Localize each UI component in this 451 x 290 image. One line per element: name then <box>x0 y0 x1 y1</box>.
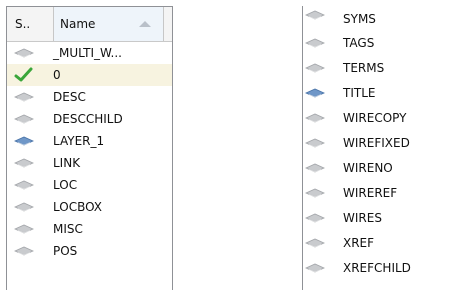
gray-layer-icon <box>305 185 325 201</box>
gray-layer-icon <box>14 45 34 61</box>
gray-layer-icon <box>305 60 325 76</box>
list-item[interactable]: TITLE <box>303 81 451 106</box>
gray-layer-icon <box>305 7 325 23</box>
layer-name: DESC <box>53 90 86 104</box>
layer-name: TAGS <box>343 36 375 50</box>
gray-layer-icon <box>14 199 34 215</box>
layer-name: WIRECOPY <box>343 111 407 125</box>
gray-layer-icon <box>14 111 34 127</box>
list-item[interactable]: LOC <box>7 174 172 196</box>
list-item[interactable]: LAYER_1 <box>7 130 172 152</box>
gray-layer-icon <box>305 35 325 51</box>
gray-layer-icon <box>14 155 34 171</box>
layer-list-panel-continued: SYMS TAGS TERMS TITLE WIRECOPY WIREFIXED WIREN… <box>302 6 451 290</box>
gray-layer-icon <box>14 177 34 193</box>
gray-layer-icon <box>305 260 325 276</box>
layer-name: MISC <box>53 222 83 236</box>
layer-name: LOCBOX <box>53 200 103 214</box>
list-item[interactable]: _MULTI_W... <box>7 42 172 64</box>
list-item[interactable]: WIREREF <box>303 181 451 206</box>
sort-ascending-icon <box>139 21 151 27</box>
name-column-header[interactable]: Name <box>54 7 164 41</box>
layer-list: _MULTI_W... 0 DESC DESCCHILD LAYER_1 LINK LOC L… <box>7 42 172 262</box>
blue-layer-icon <box>305 85 325 101</box>
list-item[interactable]: SYMS <box>303 6 451 31</box>
list-item[interactable]: XREF <box>303 231 451 256</box>
list-item[interactable]: WIRECOPY <box>303 106 451 131</box>
list-item[interactable]: LINK <box>7 152 172 174</box>
layer-list-panel: S.. Name _MULTI_W... 0 DESC DESCCHILD LAYER_… <box>6 6 173 290</box>
list-item[interactable]: POS <box>7 240 172 262</box>
gray-layer-icon <box>305 210 325 226</box>
list-item[interactable]: TAGS <box>303 31 451 56</box>
list-item[interactable]: 0 <box>7 64 172 86</box>
list-item[interactable]: XREFCHILD <box>303 256 451 281</box>
blue-layer-icon <box>14 133 34 149</box>
list-item[interactable]: WIRENO <box>303 156 451 181</box>
layer-list: SYMS TAGS TERMS TITLE WIRECOPY WIREFIXED WIREN… <box>303 6 451 281</box>
layer-name: WIRES <box>343 211 382 225</box>
list-item[interactable]: WIRES <box>303 206 451 231</box>
layer-name: TITLE <box>343 86 376 100</box>
green-check-icon <box>14 67 34 83</box>
layer-name: 0 <box>53 68 61 82</box>
layer-name: LAYER_1 <box>53 134 105 148</box>
layer-name: _MULTI_W... <box>53 46 122 60</box>
gray-layer-icon <box>305 235 325 251</box>
list-item[interactable]: DESC <box>7 86 172 108</box>
layer-name: WIRENO <box>343 161 393 175</box>
gray-layer-icon <box>14 243 34 259</box>
gray-layer-icon <box>305 160 325 176</box>
column-header: S.. Name <box>7 7 172 42</box>
layer-name: TERMS <box>343 61 385 75</box>
gray-layer-icon <box>305 135 325 151</box>
name-column-label: Name <box>60 17 96 31</box>
layer-name: LOC <box>53 178 78 192</box>
list-item[interactable]: DESCCHILD <box>7 108 172 130</box>
status-column-header[interactable]: S.. <box>7 7 54 41</box>
layer-name: XREF <box>343 236 375 250</box>
list-item[interactable]: WIREFIXED <box>303 131 451 156</box>
gray-layer-icon <box>14 221 34 237</box>
list-item[interactable]: TERMS <box>303 56 451 81</box>
layer-name: DESCCHILD <box>53 112 123 126</box>
layer-name: XREFCHILD <box>343 261 411 275</box>
gray-layer-icon <box>305 110 325 126</box>
layer-name: SYMS <box>343 12 376 26</box>
list-item[interactable]: LOCBOX <box>7 196 172 218</box>
layer-name: LINK <box>53 156 81 170</box>
list-item[interactable]: MISC <box>7 218 172 240</box>
layer-name: WIREREF <box>343 186 398 200</box>
layer-name: WIREFIXED <box>343 136 410 150</box>
gray-layer-icon <box>14 89 34 105</box>
layer-name: POS <box>53 244 78 258</box>
